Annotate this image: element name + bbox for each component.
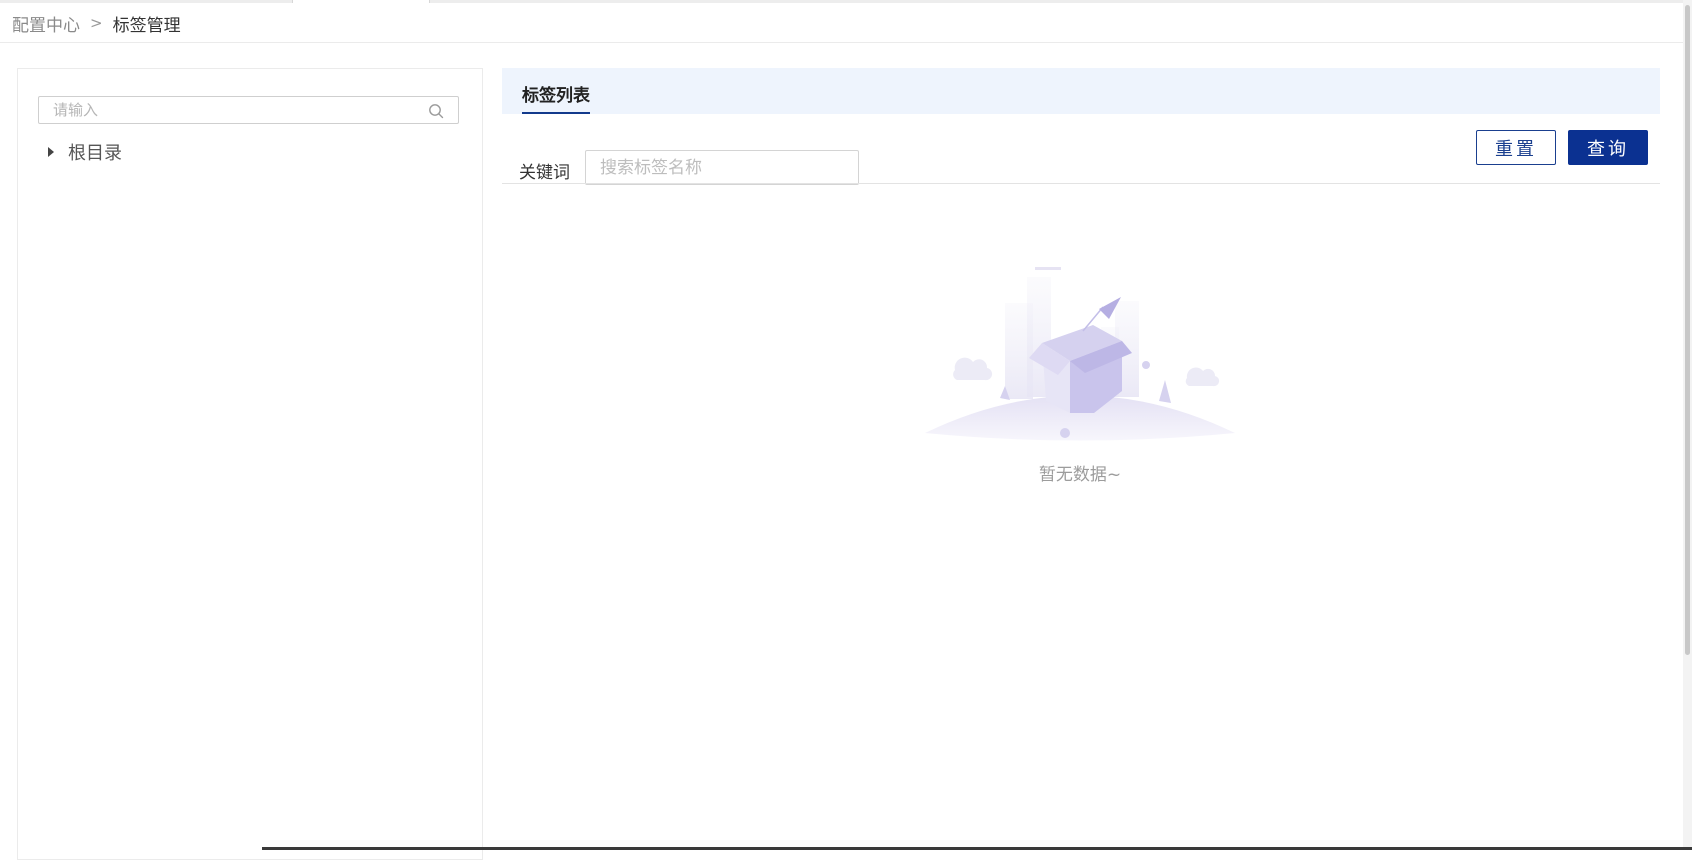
browser-tab-strip (0, 0, 1692, 3)
tree-node-label: 根目录 (68, 143, 122, 164)
tab-tag-list[interactable]: 标签列表 (522, 81, 590, 114)
empty-box-illustration (925, 267, 1235, 441)
breadcrumb-parent[interactable]: 配置中心 (12, 11, 80, 36)
active-tab-edge (292, 0, 430, 3)
empty-state: 暂无数据~ (925, 263, 1235, 493)
tree-panel: 根目录 (17, 68, 483, 860)
scrollbar-thumb[interactable] (1685, 5, 1690, 655)
breadcrumb-current: 标签管理 (112, 15, 181, 36)
query-button[interactable]: 查询 (1568, 130, 1648, 165)
empty-text: 暂无数据~ (1038, 465, 1122, 485)
filter-divider (502, 183, 1660, 184)
breadcrumb: 配置中心 > 标签管理 (12, 10, 181, 36)
keyword-input[interactable] (585, 150, 859, 185)
tree-search-box (38, 96, 459, 124)
header-divider (0, 42, 1686, 43)
reset-button[interactable]: 重置 (1476, 130, 1556, 165)
tree-search-input[interactable] (39, 97, 447, 123)
tab-bar: 标签列表 (502, 68, 1660, 114)
keyword-label: 关键词 (519, 163, 570, 183)
breadcrumb-separator: > (90, 14, 103, 32)
search-icon[interactable] (428, 103, 444, 119)
caret-right-icon[interactable] (48, 147, 54, 157)
tree-node-root[interactable]: 根目录 (48, 139, 122, 165)
